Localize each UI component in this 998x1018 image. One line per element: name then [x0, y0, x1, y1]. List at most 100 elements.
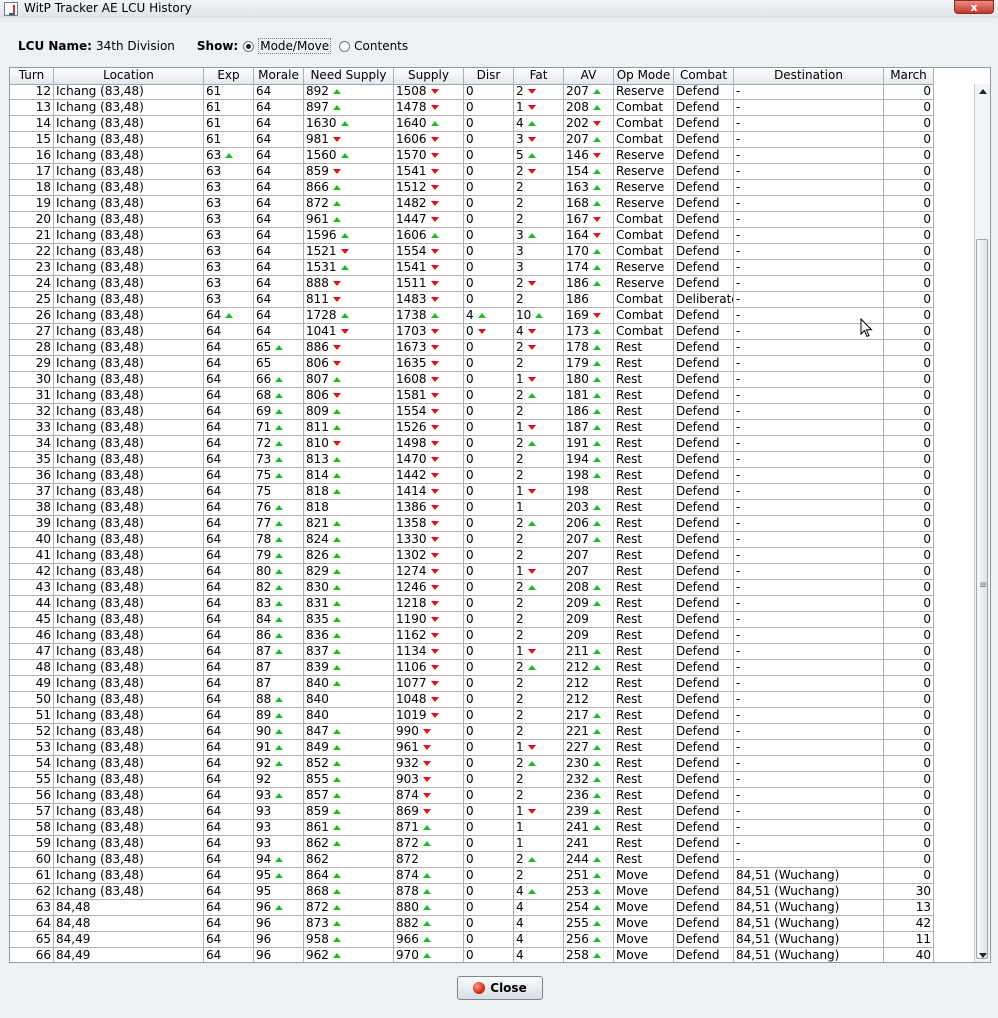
- table-row[interactable]: 31 Ichang (83,48) 64 68 806 1581 0 2 181 Rest Defe…: [10, 388, 934, 404]
- column-header-disr[interactable]: Disr: [464, 68, 514, 84]
- cell-value: 0: [923, 340, 931, 354]
- mode-move-radio[interactable]: [243, 40, 255, 52]
- cell-value: Defend: [676, 580, 720, 594]
- table-row[interactable]: 62 Ichang (83,48) 64 95 868 878 0 4 253 Move Defen…: [10, 884, 934, 900]
- table-row[interactable]: 34 Ichang (83,48) 64 72 810 1498 0 2 191 Rest Defe…: [10, 436, 934, 452]
- triangle-up-green-icon: [332, 633, 341, 638]
- table-row[interactable]: 22 Ichang (83,48) 63 64 1521 1554 0 3 170 Combat D…: [10, 244, 934, 260]
- table-row[interactable]: 55 Ichang (83,48) 64 92 855 903 0 2 232 Rest Defen…: [10, 772, 934, 788]
- table-row[interactable]: 30 Ichang (83,48) 64 66 807 1608 0 1 180 Rest Defe…: [10, 372, 934, 388]
- cell-value: Defend: [676, 852, 720, 866]
- scroll-down-arrow-icon[interactable]: [975, 948, 990, 962]
- table-row[interactable]: 48 Ichang (83,48) 64 87 839 1106 0 2 212 Rest Defe…: [10, 660, 934, 676]
- table-row[interactable]: 16 Ichang (83,48) 63 64 1560 1570 0 5 146 Reserve…: [10, 148, 934, 164]
- table-row[interactable]: 52 Ichang (83,48) 64 90 847 990 0 2 221 Rest Defen…: [10, 724, 934, 740]
- column-header-exp[interactable]: Exp: [204, 68, 254, 84]
- table-row[interactable]: 26 Ichang (83,48) 64 64 1728 1738 4 10 169 Combat…: [10, 308, 934, 324]
- table-row[interactable]: 17 Ichang (83,48) 63 64 859 1541 0 2 154 Reserve D…: [10, 164, 934, 180]
- cell-op-mode: Rest: [614, 708, 674, 724]
- table-row[interactable]: 54 Ichang (83,48) 64 92 852 932 0 2 230 Rest Defen…: [10, 756, 934, 772]
- column-header-av[interactable]: AV: [564, 68, 614, 84]
- table-row[interactable]: 41 Ichang (83,48) 64 79 826 1302 0 2 207 Rest Defe…: [10, 548, 934, 564]
- table-row[interactable]: 56 Ichang (83,48) 64 93 857 874 0 2 236 Rest Defen…: [10, 788, 934, 804]
- table-row[interactable]: 50 Ichang (83,48) 64 88 840 1048 0 2 212 Rest Defe…: [10, 692, 934, 708]
- table-row[interactable]: 19 Ichang (83,48) 63 64 872 1482 0 2 168 Reserve D…: [10, 196, 934, 212]
- table-row[interactable]: 63 84,48 64 96 872 880 0 4 254 Move Defend 84,51 (W…: [10, 900, 934, 916]
- table-row[interactable]: 46 Ichang (83,48) 64 86 836 1162 0 2 209 Rest Defe…: [10, 628, 934, 644]
- cell-morale: 64: [254, 116, 304, 132]
- vertical-scrollbar[interactable]: [974, 84, 990, 962]
- column-header-supply[interactable]: Supply: [394, 68, 464, 84]
- table-row[interactable]: 24 Ichang (83,48) 63 64 888 1511 0 2 186 Reserve D…: [10, 276, 934, 292]
- column-header-location[interactable]: Location: [54, 68, 204, 84]
- column-header-turn[interactable]: Turn: [10, 68, 54, 84]
- cell-destination: -: [734, 84, 884, 100]
- column-header-march[interactable]: March: [884, 68, 934, 84]
- table-row[interactable]: 42 Ichang (83,48) 64 80 829 1274 0 1 207 Rest Defe…: [10, 564, 934, 580]
- table-row[interactable]: 53 Ichang (83,48) 64 91 849 961 0 1 227 Rest Defen…: [10, 740, 934, 756]
- cell-value: -: [736, 180, 741, 194]
- table-row[interactable]: 40 Ichang (83,48) 64 78 824 1330 0 2 207 Rest Defe…: [10, 532, 934, 548]
- column-header-combat[interactable]: Combat: [674, 68, 734, 84]
- column-header-morale[interactable]: Morale: [254, 68, 304, 84]
- scroll-thumb[interactable]: [976, 239, 988, 959]
- table-row[interactable]: 33 Ichang (83,48) 64 71 811 1526 0 1 187 Rest Defe…: [10, 420, 934, 436]
- table-row[interactable]: 49 Ichang (83,48) 64 87 840 1077 0 2 212 Rest Defe…: [10, 676, 934, 692]
- table-row[interactable]: 23 Ichang (83,48) 63 64 1531 1541 0 3 174 Reserve…: [10, 260, 934, 276]
- table-row[interactable]: 18 Ichang (83,48) 63 64 866 1512 0 2 163 Reserve D…: [10, 180, 934, 196]
- column-header-op-mode[interactable]: Op Mode: [614, 68, 674, 84]
- cell-turn: 58: [10, 820, 54, 836]
- table-row[interactable]: 28 Ichang (83,48) 64 65 886 1673 0 2 178 Rest Defe…: [10, 340, 934, 356]
- table-row[interactable]: 36 Ichang (83,48) 64 75 814 1442 0 2 198 Rest Defe…: [10, 468, 934, 484]
- table-row[interactable]: 12 Ichang (83,48) 61 64 892 1508 0 2 207 Reserve D…: [10, 84, 934, 100]
- contents-radio[interactable]: [339, 40, 351, 52]
- table-row[interactable]: 45 Ichang (83,48) 64 84 835 1190 0 2 209 Rest Defe…: [10, 612, 934, 628]
- table-row[interactable]: 15 Ichang (83,48) 61 64 981 1606 0 3 207 Combat De…: [10, 132, 934, 148]
- column-header-need-supply[interactable]: Need Supply: [304, 68, 394, 84]
- table-row[interactable]: 37 Ichang (83,48) 64 75 818 1414 0 1 198 Rest Defe…: [10, 484, 934, 500]
- table-row[interactable]: 27 Ichang (83,48) 64 64 1041 1703 0 4 173 Combat D…: [10, 324, 934, 340]
- cell-op-mode: Move: [614, 932, 674, 948]
- table-row[interactable]: 25 Ichang (83,48) 63 64 811 1483 0 2 186 Combat De…: [10, 292, 934, 308]
- cell-combat: Defend: [674, 356, 734, 372]
- triangle-up-green-icon: [332, 473, 341, 478]
- table-row[interactable]: 38 Ichang (83,48) 64 76 818 1386 0 1 203 Rest Defe…: [10, 500, 934, 516]
- table-row[interactable]: 58 Ichang (83,48) 64 93 861 871 0 1 241 Rest Defen…: [10, 820, 934, 836]
- table-row[interactable]: 29 Ichang (83,48) 64 65 806 1635 0 2 179 Rest Defe…: [10, 356, 934, 372]
- table-row[interactable]: 13 Ichang (83,48) 61 64 897 1478 0 1 208 Combat De…: [10, 100, 934, 116]
- table-row[interactable]: 57 Ichang (83,48) 64 93 859 869 0 1 239 Rest Defen…: [10, 804, 934, 820]
- window-close-button[interactable]: x: [954, 0, 994, 14]
- mode-move-label[interactable]: Mode/Move: [258, 38, 332, 54]
- table-row[interactable]: 51 Ichang (83,48) 64 89 840 1019 0 2 217 Rest Defe…: [10, 708, 934, 724]
- table-row[interactable]: 32 Ichang (83,48) 64 69 809 1554 0 2 186 Rest Defe…: [10, 404, 934, 420]
- close-button[interactable]: Close: [457, 976, 543, 1000]
- column-header-fat[interactable]: Fat: [514, 68, 564, 84]
- cell-value: -: [736, 196, 741, 210]
- cell-value: 167: [566, 212, 589, 226]
- cell-value: 2: [516, 788, 524, 802]
- table-row[interactable]: 66 84,49 64 96 962 970 0 4 258 Move Defend 84,51 (W…: [10, 948, 934, 962]
- table-row[interactable]: 61 Ichang (83,48) 64 95 864 874 0 2 251 Move Defen…: [10, 868, 934, 884]
- table-row[interactable]: 47 Ichang (83,48) 64 87 837 1134 0 1 211 Rest Defe…: [10, 644, 934, 660]
- contents-label[interactable]: Contents: [354, 39, 408, 53]
- scroll-up-arrow-icon[interactable]: [975, 84, 990, 98]
- table-row[interactable]: 65 84,49 64 96 958 966 0 4 256 Move Defend 84,51 (W…: [10, 932, 934, 948]
- table-row[interactable]: 64 84,48 64 96 873 882 0 4 255 Move Defend 84,51 (W…: [10, 916, 934, 932]
- cell-march: 11: [884, 932, 934, 948]
- table-row[interactable]: 43 Ichang (83,48) 64 82 830 1246 0 2 208 Rest Defe…: [10, 580, 934, 596]
- table-row[interactable]: 60 Ichang (83,48) 64 94 862 872 0 2 244 Rest Defen…: [10, 852, 934, 868]
- table-row[interactable]: 59 Ichang (83,48) 64 93 862 872 0 1 241 Rest Defen…: [10, 836, 934, 852]
- triangle-down-red-icon: [527, 105, 536, 110]
- table-row[interactable]: 20 Ichang (83,48) 63 64 961 1447 0 2 167 Combat De…: [10, 212, 934, 228]
- cell-value: 64: [256, 148, 272, 162]
- table-row[interactable]: 14 Ichang (83,48) 61 64 1630 1640 0 4 202 Combat D…: [10, 116, 934, 132]
- table-row[interactable]: 39 Ichang (83,48) 64 77 821 1358 0 2 206 Rest Defe…: [10, 516, 934, 532]
- table-row[interactable]: 35 Ichang (83,48) 64 73 813 1470 0 2 194 Rest Defe…: [10, 452, 934, 468]
- table-row[interactable]: 44 Ichang (83,48) 64 83 831 1218 0 2 209 Rest Defe…: [10, 596, 934, 612]
- column-header-destination[interactable]: Destination: [734, 68, 884, 84]
- triangle-up-green-icon: [592, 761, 601, 766]
- cell-op-mode: Rest: [614, 388, 674, 404]
- cell-destination: -: [734, 516, 884, 532]
- cell-location: Ichang (83,48): [54, 596, 204, 612]
- table-row[interactable]: 21 Ichang (83,48) 63 64 1596 1606 0 3 164 Combat D…: [10, 228, 934, 244]
